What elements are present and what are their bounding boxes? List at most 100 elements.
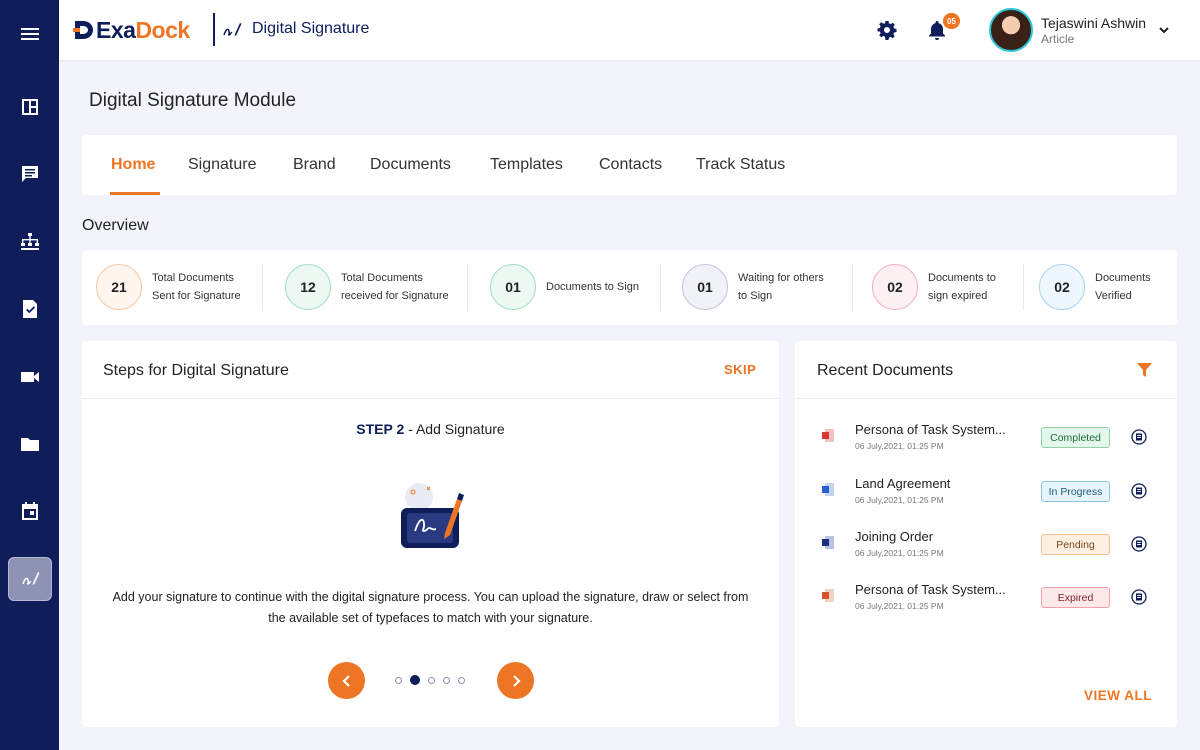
sidebar-item-chat[interactable] — [0, 151, 59, 197]
skip-button[interactable]: SKIP — [724, 362, 756, 377]
document-row[interactable]: Persona of Task System... 06 July,2021, … — [795, 422, 1177, 462]
document-name[interactable]: Persona of Task System... — [855, 422, 1005, 437]
stat-value: 21 — [96, 264, 142, 310]
notification-count-badge: 05 — [943, 13, 960, 29]
sidebar-item-calendar[interactable] — [0, 488, 59, 534]
signature-icon — [21, 572, 39, 586]
stat-value: 02 — [1039, 264, 1085, 310]
document-options-icon[interactable] — [1131, 483, 1147, 499]
recent-documents-panel: Recent Documents Persona of Task System.… — [795, 341, 1177, 727]
step-dot-4[interactable] — [443, 676, 450, 684]
document-options-icon[interactable] — [1131, 536, 1147, 552]
next-step-button[interactable] — [497, 662, 534, 699]
document-row[interactable]: Land Agreement 06 July,2021, 01:25 PM In… — [795, 476, 1177, 516]
step-description: Add your signature to continue with the … — [112, 590, 749, 625]
page-title: Digital Signature Module — [89, 90, 297, 111]
document-options-icon[interactable] — [1131, 589, 1147, 605]
word-icon — [822, 536, 834, 549]
step-dot-3[interactable] — [428, 676, 435, 684]
document-date: 06 July,2021, 01:25 PM — [855, 601, 944, 611]
stat-sent-for-signature[interactable]: 21 Total Documents Sent for Signature — [96, 264, 241, 310]
tab-track-status[interactable]: Track Status — [696, 156, 785, 174]
calendar-icon — [21, 502, 38, 520]
overview-title: Overview — [82, 217, 149, 234]
sidebar-item-video[interactable] — [0, 354, 59, 400]
document-name[interactable]: Joining Order — [855, 529, 1005, 544]
stat-label: Total Documents Sent for Signature — [152, 272, 241, 302]
active-tab-indicator — [110, 192, 160, 195]
sidebar-item-folder[interactable] — [0, 421, 59, 467]
previous-step-button[interactable] — [328, 662, 365, 699]
top-header: ExaDock Digital Signature 05 Tejaswini A… — [59, 0, 1200, 60]
view-all-link[interactable]: VIEW ALL — [1084, 688, 1152, 703]
settings-gear-icon[interactable] — [877, 20, 897, 40]
app-logo[interactable]: ExaDock — [73, 16, 190, 44]
pdf-icon — [822, 429, 834, 442]
step-pagination — [395, 675, 473, 685]
dashboard-icon — [21, 99, 38, 115]
stat-documents-to-sign[interactable]: 01 Documents to Sign — [490, 264, 639, 310]
stat-waiting-for-others[interactable]: 01 Waiting for others to Sign — [682, 264, 824, 310]
overview-stats: 21 Total Documents Sent for Signature 12… — [82, 250, 1177, 325]
tab-brand[interactable]: Brand — [293, 156, 336, 174]
video-icon — [20, 372, 39, 382]
document-row[interactable]: Joining Order 06 July,2021, 01:25 PM Pen… — [795, 529, 1177, 569]
step-label: - Add Signature — [404, 421, 505, 437]
tab-documents[interactable]: Documents — [370, 156, 451, 174]
status-badge: Expired — [1041, 587, 1110, 608]
hamburger-icon — [20, 28, 39, 40]
stat-value: 12 — [285, 264, 331, 310]
tab-signature[interactable]: Signature — [188, 156, 257, 174]
stat-sign-expired[interactable]: 02 Documents to sign expired — [872, 264, 996, 310]
step-dot-1[interactable] — [395, 676, 402, 684]
stat-received-for-signature[interactable]: 12 Total Documents received for Signatur… — [285, 264, 449, 310]
status-badge: Completed — [1041, 427, 1110, 448]
steps-panel: Steps for Digital Signature SKIP STEP 2 … — [82, 341, 779, 727]
step-dot-5[interactable] — [458, 676, 465, 684]
user-name[interactable]: Tejaswini Ashwin — [1041, 15, 1146, 31]
stat-value: 01 — [682, 264, 728, 310]
sidebar-item-hierarchy[interactable] — [0, 219, 59, 265]
sidebar-item-dashboard[interactable] — [0, 84, 59, 130]
document-check-icon — [22, 300, 37, 318]
document-options-icon[interactable] — [1131, 429, 1147, 445]
tab-home[interactable]: Home — [111, 156, 155, 174]
chat-icon — [21, 166, 38, 182]
brand-exa: Exa — [96, 16, 136, 43]
word-icon — [822, 483, 834, 496]
document-row[interactable]: Persona of Task System... 06 July,2021, … — [795, 582, 1177, 622]
tab-bar: Home Signature Brand Documents Templates… — [82, 135, 1177, 195]
tab-templates[interactable]: Templates — [490, 156, 563, 174]
sidebar-item-signature[interactable] — [0, 556, 59, 602]
tab-contacts[interactable]: Contacts — [599, 156, 662, 174]
document-name[interactable]: Land Agreement — [855, 476, 1005, 491]
stat-documents-verified[interactable]: 02 Documents Verified — [1039, 264, 1151, 310]
signature-icon — [223, 23, 242, 37]
user-avatar[interactable] — [989, 8, 1033, 52]
menu-toggle-button[interactable] — [0, 11, 59, 57]
document-date: 06 July,2021, 01:25 PM — [855, 495, 944, 505]
sidebar — [0, 0, 59, 750]
stat-label: Documents Verified — [1095, 272, 1151, 302]
brand-dock: Dock — [135, 16, 190, 43]
chevron-right-icon — [512, 674, 521, 687]
step-dot-2[interactable] — [410, 675, 420, 685]
filter-icon[interactable] — [1136, 362, 1153, 379]
stat-label: Documents to sign expired — [928, 272, 996, 302]
chevron-left-icon — [341, 674, 350, 687]
stat-value: 02 — [872, 264, 918, 310]
status-badge: Pending — [1041, 534, 1110, 555]
sidebar-item-documents[interactable] — [0, 286, 59, 332]
add-signature-illustration — [401, 483, 464, 548]
stat-label: Documents to Sign — [546, 281, 639, 293]
powerpoint-icon — [822, 589, 834, 602]
document-name[interactable]: Persona of Task System... — [855, 582, 1005, 597]
stat-label: Waiting for others to Sign — [738, 272, 824, 302]
recent-documents-title: Recent Documents — [817, 362, 954, 379]
document-date: 06 July,2021, 01:25 PM — [855, 548, 944, 558]
stat-label: Total Documents received for Signature — [341, 272, 449, 302]
steps-title: Steps for Digital Signature — [103, 362, 289, 379]
step-heading: STEP 2 - Add Signature — [82, 421, 779, 437]
header-divider — [213, 13, 215, 46]
chevron-down-icon[interactable] — [1158, 24, 1170, 36]
